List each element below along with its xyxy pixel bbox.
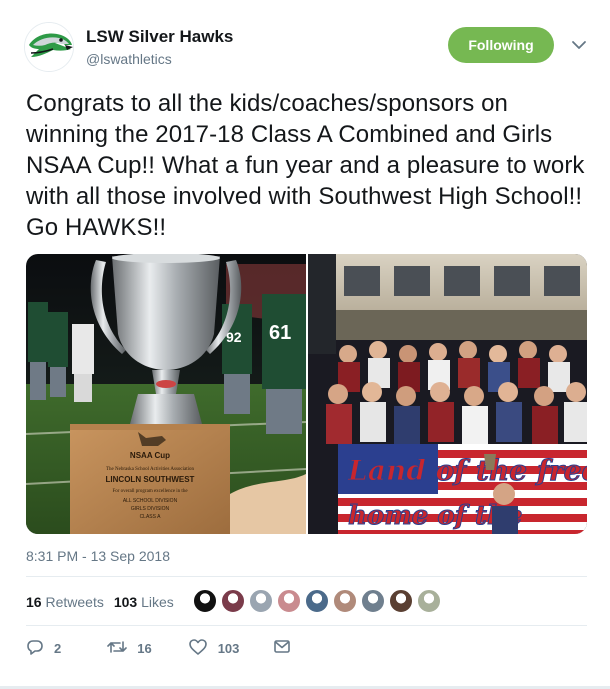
direct-message-button[interactable]: [273, 639, 301, 658]
plaque-line-5: ALL SCHOOL DIVISION: [123, 498, 178, 504]
retweet-icon: [107, 638, 137, 659]
tweet-text: Congrats to all the kids/coaches/sponsor…: [26, 90, 585, 241]
heart-icon: [188, 638, 218, 659]
likes-count: 103: [113, 594, 138, 610]
retweet-button[interactable]: 16: [107, 638, 152, 659]
plaque-line-6: GIRLS DIVISION: [131, 506, 170, 512]
banner-line-1: Land of the free: [347, 454, 588, 487]
likes-label: Likes: [141, 594, 174, 610]
retweets-count: 16: [26, 594, 42, 610]
retweets-stat[interactable]: 16 Retweets: [26, 594, 104, 610]
plaque-line-4: For overall program excellence in the: [112, 489, 188, 494]
liker-avatar-5[interactable]: [305, 589, 329, 613]
like-button[interactable]: 103: [188, 638, 240, 659]
liker-avatar-4[interactable]: [277, 589, 301, 613]
plaque-line-2: The Nebraska School Activities Associati…: [106, 467, 195, 472]
tweet-timestamp[interactable]: 8:31 PM - 13 Sep 2018: [26, 548, 170, 564]
like-count: 103: [217, 640, 240, 656]
liker-avatar-8[interactable]: [389, 589, 413, 613]
media-container: 92 61 NSAA Cup The Nebraska School Activ…: [26, 254, 587, 534]
trophy-photo[interactable]: 92 61 NSAA Cup The Nebraska School Activ…: [26, 254, 306, 534]
tweet-header: LSW Silver Hawks @lswathletics Following: [24, 20, 594, 72]
user-handle[interactable]: @lswathletics: [86, 51, 172, 67]
student-section-photo[interactable]: Land of the free home of the: [307, 254, 588, 534]
divider: [26, 625, 587, 626]
reply-button[interactable]: 2: [26, 638, 61, 659]
liker-avatar-9[interactable]: [417, 589, 441, 613]
hawk-logo-icon[interactable]: [24, 22, 74, 72]
liker-avatar-2[interactable]: [221, 589, 245, 613]
following-button[interactable]: Following: [448, 27, 554, 63]
liker-avatar-1[interactable]: [193, 589, 217, 613]
plaque-school: LINCOLN SOUTHWEST: [106, 475, 195, 484]
chevron-down-icon[interactable]: [570, 36, 588, 54]
liker-avatar-3[interactable]: [249, 589, 273, 613]
jersey-number-61: 61: [269, 322, 291, 344]
plaque-line-7: CLASS A: [140, 514, 162, 520]
retweets-label: Retweets: [45, 594, 104, 610]
tweet-actions: 2 16 103: [26, 636, 331, 660]
plaque-title: NSAA Cup: [130, 451, 170, 460]
liker-avatar-6[interactable]: [333, 589, 357, 613]
retweet-count: 16: [137, 640, 152, 656]
reply-icon: [26, 638, 54, 659]
liker-avatar-7[interactable]: [361, 589, 385, 613]
envelope-icon: [273, 639, 301, 658]
likes-stat[interactable]: 103 Likes: [114, 594, 174, 610]
reply-count: 2: [54, 640, 62, 656]
liker-avatars: [193, 589, 441, 613]
divider: [26, 576, 587, 577]
display-name[interactable]: LSW Silver Hawks: [86, 27, 233, 47]
engagement-stats: 16 Retweets 103 Likes: [26, 588, 184, 616]
